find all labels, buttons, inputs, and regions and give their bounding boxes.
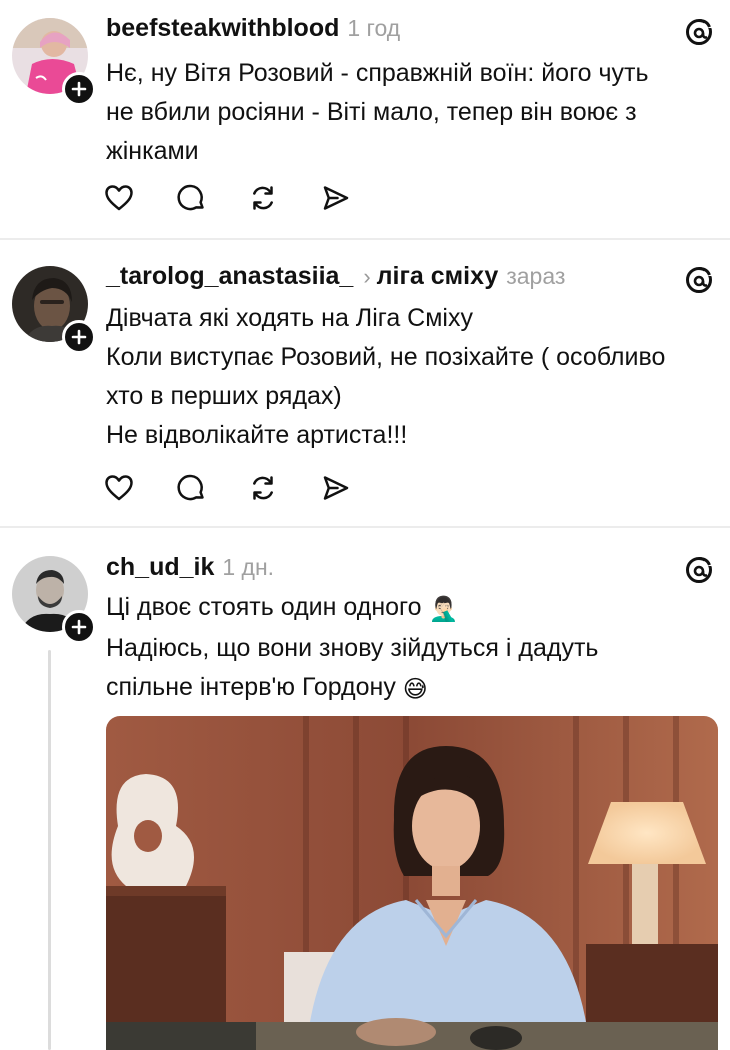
post-text: Ці двоє стоять один одного 🤦🏻‍♂️ Надіюсь… xyxy=(106,588,716,709)
heart-icon xyxy=(105,185,133,211)
follow-button[interactable] xyxy=(62,72,96,106)
username[interactable]: ch_ud_ik xyxy=(106,553,214,582)
post-actions xyxy=(104,178,392,218)
chevron-right-icon: › xyxy=(363,264,371,289)
post-text-line-1: Ці двоє стоять один одного 🤦🏻‍♂️ xyxy=(106,588,716,629)
post-actions xyxy=(104,468,392,508)
share-icon xyxy=(323,186,349,210)
post-media-image[interactable] xyxy=(106,716,718,1050)
plus-icon xyxy=(71,619,87,635)
repost-button[interactable] xyxy=(248,178,320,218)
comment-button[interactable] xyxy=(176,468,248,508)
follow-button[interactable] xyxy=(62,320,96,354)
post-text-line: Надіюсь, що вони знову зійдуться і дадут… xyxy=(106,634,599,662)
username[interactable]: beefsteakwithblood xyxy=(106,14,339,43)
repost-button[interactable] xyxy=(248,468,320,508)
comment-icon xyxy=(177,474,204,501)
share-icon xyxy=(323,476,349,500)
community-name[interactable]: ліга сміху xyxy=(377,262,499,291)
post-text: Нє, ну Вітя Розовий - справжній воїн: йо… xyxy=(106,54,716,171)
post-text-line: жінками xyxy=(106,137,199,165)
post-header: _tarolog_anastasiia_ › ліга сміху зараз xyxy=(106,262,565,291)
post-text-line: не вбили росіяни - Віті мало, тепер він … xyxy=(106,98,637,126)
threads-icon[interactable] xyxy=(684,17,714,47)
repost-icon xyxy=(253,476,273,500)
share-button[interactable] xyxy=(320,178,392,218)
username[interactable]: _tarolog_anastasiia_ xyxy=(106,262,353,291)
grinning-sweat-emoji: 😅 xyxy=(402,676,428,703)
heart-icon xyxy=(105,475,133,501)
post-text-line: хто в перших рядах) xyxy=(106,382,342,410)
threads-icon[interactable] xyxy=(684,555,714,585)
post-divider xyxy=(0,238,730,240)
plus-icon xyxy=(71,81,87,97)
post-text-line: Коли виступає Розовий, не позіхайте ( ос… xyxy=(106,343,666,371)
avatar-wrap xyxy=(12,18,96,106)
thread-line xyxy=(48,650,51,1050)
post-text: Дівчата які ходять на Ліга Сміху Коли ви… xyxy=(106,299,716,455)
post-text-line-3: спільне інтерв'ю Гордону 😅 xyxy=(106,668,716,709)
post-divider xyxy=(0,526,730,528)
plus-icon xyxy=(71,329,87,345)
post-text-line: Нє, ну Вітя Розовий - справжній воїн: йо… xyxy=(106,59,649,87)
repost-icon xyxy=(253,186,273,210)
post-header: beefsteakwithblood 1 год xyxy=(106,14,400,43)
avatar-wrap xyxy=(12,556,96,644)
comment-icon xyxy=(177,184,204,211)
follow-button[interactable] xyxy=(62,610,96,644)
like-button[interactable] xyxy=(104,468,176,508)
facepalm-emoji: 🤦🏻‍♂️ xyxy=(428,596,459,623)
share-button[interactable] xyxy=(320,468,392,508)
post-text-line: Дівчата які ходять на Ліга Сміху xyxy=(106,304,473,332)
like-button[interactable] xyxy=(104,178,176,218)
threads-icon[interactable] xyxy=(684,265,714,295)
timestamp: 1 дн. xyxy=(222,554,275,580)
post-text-line: Не відволікайте артиста!!! xyxy=(106,421,408,449)
post-header: ch_ud_ik 1 дн. xyxy=(106,553,274,582)
avatar-wrap xyxy=(12,266,96,354)
post-text-line: спільне інтерв'ю Гордону xyxy=(106,673,396,701)
timestamp: зараз xyxy=(506,263,566,289)
timestamp: 1 год xyxy=(347,15,401,41)
comment-button[interactable] xyxy=(176,178,248,218)
post-text-line: Ці двоє стоять один одного xyxy=(106,593,422,621)
